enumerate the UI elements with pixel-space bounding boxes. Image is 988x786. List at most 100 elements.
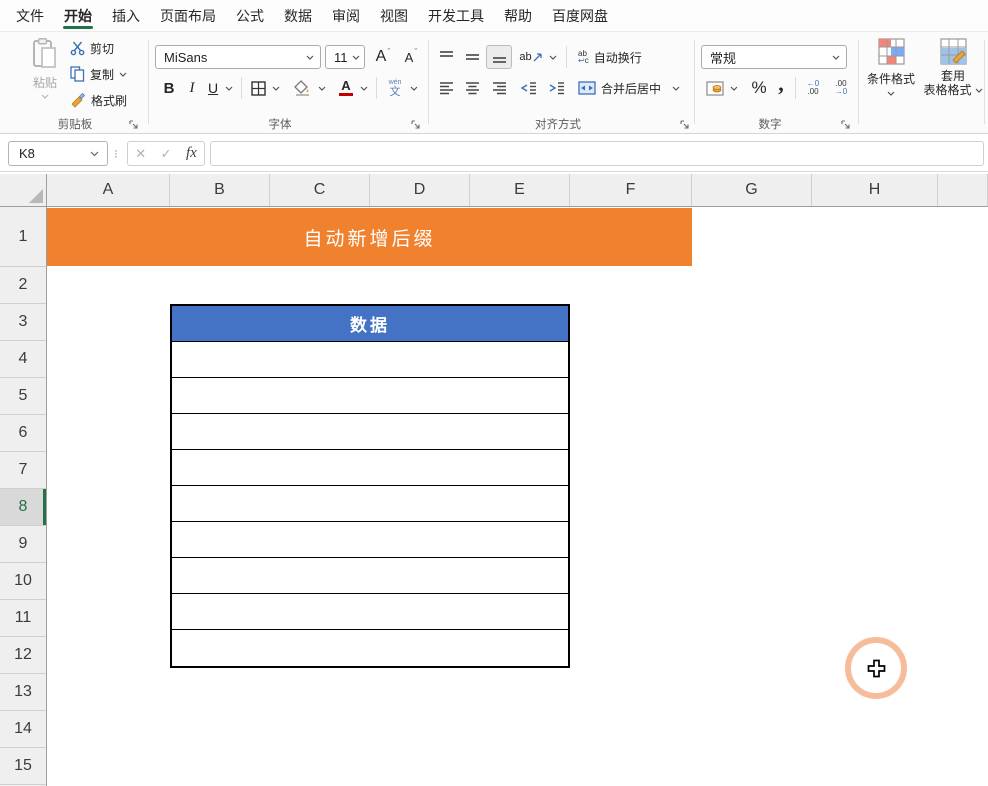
row-header-13[interactable]: 13 <box>0 674 46 711</box>
format-painter-button[interactable]: 格式刷 <box>70 89 127 111</box>
merge-center-button[interactable]: 合并后居中 <box>578 77 680 99</box>
row-header-15[interactable]: 15 <box>0 748 46 785</box>
column-header-H[interactable]: H <box>812 174 938 206</box>
row-header-5[interactable]: 5 <box>0 378 46 415</box>
row-header-6[interactable]: 6 <box>0 415 46 452</box>
formula-input[interactable] <box>210 141 984 166</box>
title-banner-cell[interactable]: 自动新增后缀 <box>47 208 692 266</box>
menu-tab-插入[interactable]: 插入 <box>102 0 150 32</box>
data-table-row[interactable] <box>172 630 568 666</box>
row-header-2[interactable]: 2 <box>0 267 46 304</box>
shrink-font-button[interactable]: Aˇ <box>398 45 424 69</box>
decrease-decimal-button[interactable]: .00 →0 <box>829 76 853 100</box>
align-bottom-button[interactable] <box>486 45 512 69</box>
wrap-text-button[interactable]: ab ↩c 自动换行 <box>578 46 642 68</box>
cancel-icon[interactable]: ✕ <box>135 146 146 162</box>
phonetic-chevron-icon[interactable] <box>407 76 421 100</box>
phonetic-guide-button[interactable]: wén 文 <box>383 76 407 100</box>
data-table-header[interactable]: 数据 <box>172 306 568 342</box>
menu-tab-帮助[interactable]: 帮助 <box>494 0 542 32</box>
format-as-table-button[interactable]: 套用 表格格式 <box>922 38 984 97</box>
column-header-B[interactable]: B <box>170 174 270 206</box>
cut-button[interactable]: 剪切 <box>70 37 114 59</box>
column-header-F[interactable]: F <box>570 174 692 206</box>
menu-tab-开始[interactable]: 开始 <box>54 0 102 32</box>
data-table-row[interactable] <box>172 342 568 378</box>
data-table-row[interactable] <box>172 378 568 414</box>
orientation-chevron-icon[interactable] <box>546 45 560 69</box>
select-all-corner[interactable] <box>0 174 47 207</box>
menu-tab-公式[interactable]: 公式 <box>226 0 274 32</box>
data-table[interactable]: 数据 <box>170 304 570 668</box>
row-header-9[interactable]: 9 <box>0 526 46 563</box>
font-color-button[interactable]: A <box>336 76 356 100</box>
formula-bar-handle[interactable]: ⁝ <box>114 141 118 166</box>
row-header-1[interactable]: 1 <box>0 207 46 267</box>
comma-style-button[interactable]: , <box>774 72 788 96</box>
menu-tab-页面布局[interactable]: 页面布局 <box>150 0 226 32</box>
menu-tab-审阅[interactable]: 审阅 <box>322 0 370 32</box>
align-right-button[interactable] <box>486 76 512 100</box>
alignment-dialog-launcher[interactable] <box>679 119 690 130</box>
align-center-button[interactable] <box>460 76 484 100</box>
font-color-chevron-icon[interactable] <box>357 76 371 100</box>
italic-button[interactable]: I <box>182 76 202 100</box>
column-header-E[interactable]: E <box>470 174 570 206</box>
menu-tab-视图[interactable]: 视图 <box>370 0 418 32</box>
cells-area[interactable]: 自动新增后缀 数据 <box>47 207 988 786</box>
row-header-12[interactable]: 12 <box>0 637 46 674</box>
number-dialog-launcher[interactable] <box>840 119 851 130</box>
data-table-row[interactable] <box>172 486 568 522</box>
clipboard-dialog-launcher[interactable] <box>128 119 139 130</box>
percent-style-button[interactable]: % <box>748 76 770 100</box>
data-table-row[interactable] <box>172 450 568 486</box>
conditional-format-button[interactable]: 条件格式 <box>862 38 920 96</box>
row-header-3[interactable]: 3 <box>0 304 46 341</box>
menu-tab-文件[interactable]: 文件 <box>6 0 54 32</box>
data-table-row[interactable] <box>172 414 568 450</box>
copy-button[interactable]: 复制 <box>70 63 127 85</box>
fill-color-chevron-icon[interactable] <box>315 76 329 100</box>
bold-button[interactable]: B <box>158 76 180 100</box>
grow-font-button[interactable]: Aˆ <box>370 45 396 69</box>
accounting-format-button[interactable] <box>703 76 727 100</box>
row-header-11[interactable]: 11 <box>0 600 46 637</box>
column-header-partial[interactable] <box>938 174 988 206</box>
column-header-D[interactable]: D <box>370 174 470 206</box>
underline-chevron-icon[interactable] <box>222 76 236 100</box>
font-dialog-launcher[interactable] <box>410 119 421 130</box>
align-top-button[interactable] <box>434 45 458 69</box>
font-size-combo[interactable]: 11 <box>325 45 365 69</box>
number-format-combo[interactable]: 常规 <box>701 45 847 69</box>
name-box[interactable]: K8 <box>8 141 108 166</box>
decrease-indent-button[interactable] <box>516 76 542 100</box>
font-name-combo[interactable]: MiSans <box>155 45 321 69</box>
fill-color-button[interactable] <box>290 76 314 100</box>
column-header-G[interactable]: G <box>692 174 812 206</box>
row-header-7[interactable]: 7 <box>0 452 46 489</box>
menu-tab-百度网盘[interactable]: 百度网盘 <box>542 0 618 32</box>
row-header-4[interactable]: 4 <box>0 341 46 378</box>
underline-button[interactable]: U <box>204 76 222 100</box>
data-table-row[interactable] <box>172 558 568 594</box>
data-table-row[interactable] <box>172 522 568 558</box>
accounting-chevron-icon[interactable] <box>727 76 741 100</box>
confirm-icon[interactable]: ✓ <box>161 146 172 162</box>
data-table-row[interactable] <box>172 594 568 630</box>
row-header-14[interactable]: 14 <box>0 711 46 748</box>
menu-tab-数据[interactable]: 数据 <box>274 0 322 32</box>
increase-decimal-button[interactable]: ←0 .00 <box>801 76 825 100</box>
menu-tab-开发工具[interactable]: 开发工具 <box>418 0 494 32</box>
orientation-button[interactable]: ab <box>518 45 544 69</box>
paste-button[interactable]: 粘贴 <box>22 38 68 99</box>
borders-button[interactable] <box>247 76 269 100</box>
column-header-A[interactable]: A <box>47 174 170 206</box>
borders-chevron-icon[interactable] <box>269 76 283 100</box>
row-header-10[interactable]: 10 <box>0 563 46 600</box>
align-left-button[interactable] <box>434 76 458 100</box>
row-header-8[interactable]: 8 <box>0 489 46 526</box>
fx-icon[interactable]: fx <box>186 145 197 162</box>
increase-indent-button[interactable] <box>544 76 570 100</box>
column-header-C[interactable]: C <box>270 174 370 206</box>
align-middle-button[interactable] <box>460 45 484 69</box>
